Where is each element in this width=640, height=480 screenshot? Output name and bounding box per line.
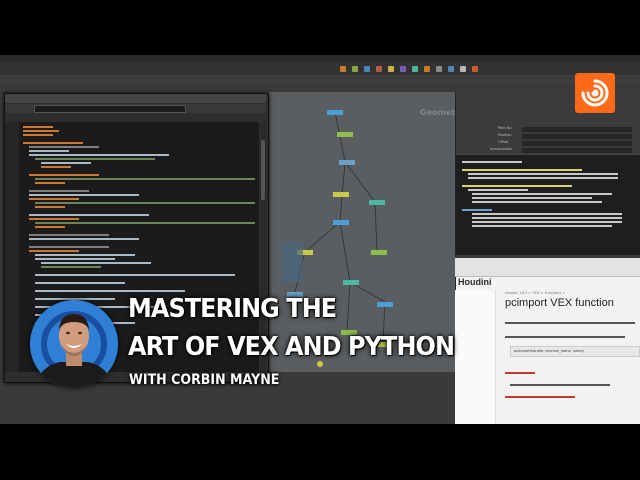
shelf-tool-icon[interactable]	[376, 66, 382, 72]
param-field[interactable]	[522, 134, 632, 139]
pane-tabs[interactable]	[0, 75, 640, 85]
houdini-logo-icon	[575, 73, 615, 113]
window-title-bar[interactable]	[5, 94, 266, 103]
shelf-tool-icon[interactable]	[412, 66, 418, 72]
param-label: Interpolation	[490, 147, 513, 151]
title-line-2: ART OF VEX AND PYTHON	[128, 332, 455, 362]
shelf-tool-icon[interactable]	[352, 66, 358, 72]
vex-code-editor[interactable]	[455, 154, 640, 255]
line-number-gutter	[5, 122, 19, 372]
help-code-sample: pcimport(handle, channel_name, value)	[510, 346, 640, 357]
thumbnail: Geometry Path No. Position Offset Interp…	[0, 0, 640, 480]
subtitle: WITH CORBIN MAYNE	[129, 372, 280, 388]
param-field[interactable]	[522, 141, 632, 146]
file-path-field[interactable]	[34, 105, 186, 113]
shelf-tool-icon[interactable]	[424, 66, 430, 72]
help-text-line	[510, 384, 610, 386]
presenter-photo	[30, 300, 118, 388]
shelf-tool-icon[interactable]	[460, 66, 466, 72]
shelf-tool-icon[interactable]	[448, 66, 454, 72]
shelf-tool-icon[interactable]	[364, 66, 370, 72]
node-icon	[287, 110, 393, 367]
help-text-line	[505, 396, 575, 398]
shelf-tool-icon[interactable]	[340, 66, 346, 72]
letterbox-top	[0, 0, 640, 55]
title-line-1: MASTERING THE	[128, 294, 337, 324]
presenter-avatar	[30, 300, 118, 388]
param-field[interactable]	[522, 148, 632, 153]
shelf-tool-icon[interactable]	[388, 66, 394, 72]
network-editor[interactable]	[265, 92, 455, 372]
letterbox-bottom	[0, 424, 640, 480]
help-breadcrumb[interactable]: Houdini 18.5 > VEX > Functions >	[505, 291, 565, 295]
help-code-text: pcimport(handle, channel_name, value)	[514, 349, 584, 353]
scrollbar-thumb[interactable]	[261, 140, 265, 200]
help-toolbar[interactable]	[455, 258, 640, 277]
help-text-line	[505, 336, 625, 338]
shelf-icons	[340, 66, 580, 74]
help-sidebar[interactable]	[455, 290, 496, 424]
help-logo: Houdini	[458, 277, 492, 287]
shelf-tool-icon[interactable]	[436, 66, 442, 72]
param-field[interactable]	[522, 127, 632, 132]
code-lines	[462, 161, 622, 227]
houdini-spiral-icon	[581, 79, 609, 107]
node-graph	[281, 110, 393, 367]
help-page-title: pcimport VEX function	[505, 297, 614, 309]
help-text-line	[505, 372, 535, 374]
shelf-tool-icon[interactable]	[400, 66, 406, 72]
help-text-line	[505, 322, 635, 324]
shelf-tool-icon[interactable]	[472, 66, 478, 72]
menu-bar[interactable]	[0, 55, 640, 63]
